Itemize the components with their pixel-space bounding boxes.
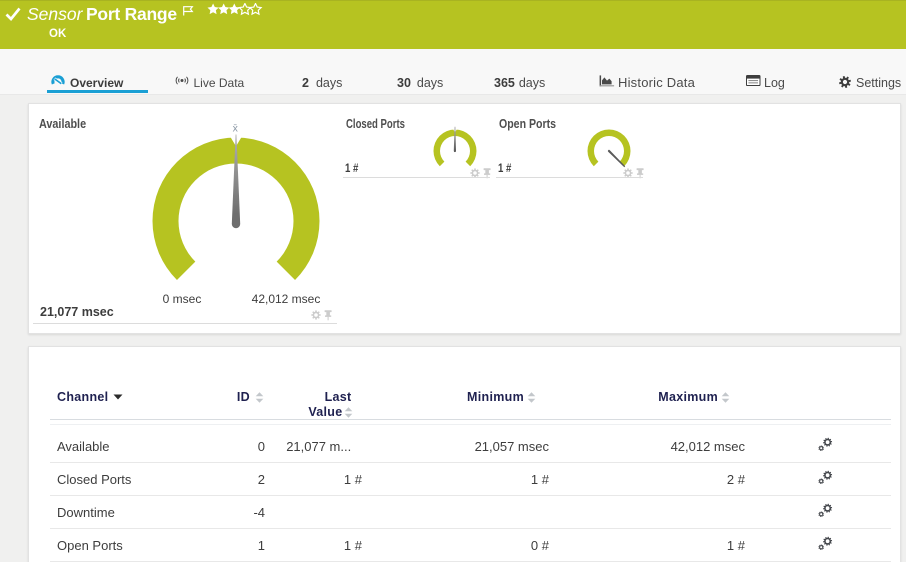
svg-text:x̄: x̄ xyxy=(233,123,239,135)
